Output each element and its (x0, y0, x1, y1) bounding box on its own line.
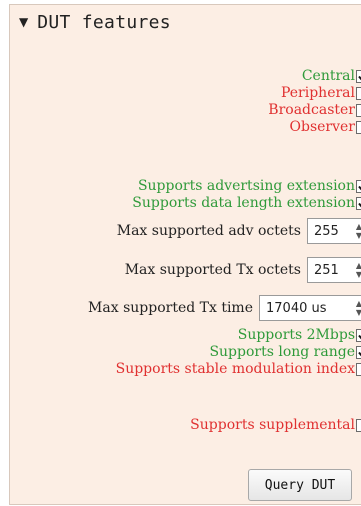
spin-arrows-icon[interactable]: ▲ ▼ (352, 296, 361, 320)
role-peripheral-row: Peripheral (281, 85, 361, 101)
tx-octets-value[interactable]: 251 (308, 263, 352, 278)
role-observer-label: Observer (289, 119, 356, 135)
tx-octets-label: Max supported Tx octets (124, 262, 301, 278)
dut-features-header[interactable]: ▼ DUT features (19, 10, 171, 34)
supplemental-row: Supports supplemental (190, 417, 361, 433)
triangle-down-icon: ▼ (19, 15, 29, 29)
adv-octets-value[interactable]: 255 (308, 224, 352, 239)
adv-octets-spinbox[interactable]: 255 ▲ ▼ (307, 218, 361, 244)
spin-arrows-icon[interactable]: ▲ ▼ (352, 258, 361, 282)
role-central-row: Central (302, 68, 361, 84)
spin-arrows-icon[interactable]: ▲ ▼ (352, 219, 361, 243)
dut-features-panel: ▼ DUT features Central Peripheral Broadc… (9, 4, 361, 505)
phy-2mbps-checkbox[interactable] (356, 328, 361, 342)
role-peripheral-checkbox[interactable] (356, 86, 361, 100)
tx-time-row: Max supported Tx time 17040 us ▲ ▼ (88, 295, 361, 321)
stable-mod-label: Supports stable modulation index (115, 361, 355, 377)
data-length-row: Supports data length extension (132, 195, 361, 211)
tx-octets-spinbox[interactable]: 251 ▲ ▼ (307, 257, 361, 283)
role-central-checkbox[interactable] (356, 69, 361, 83)
section-title: DUT features (37, 11, 171, 33)
phy-long-range-checkbox[interactable] (356, 345, 361, 359)
phy-2mbps-row: Supports 2Mbps (238, 327, 361, 343)
adv-extension-label: Supports advertsing extension (137, 178, 355, 194)
adv-octets-row: Max supported adv octets 255 ▲ ▼ (117, 218, 361, 244)
supplemental-checkbox[interactable] (356, 418, 361, 432)
role-broadcaster-checkbox[interactable] (356, 103, 361, 117)
supplemental-label: Supports supplemental (190, 417, 355, 433)
adv-extension-checkbox[interactable] (356, 179, 361, 193)
tx-time-value[interactable]: 17040 us (260, 301, 352, 316)
tx-time-label: Max supported Tx time (88, 300, 253, 316)
role-observer-checkbox[interactable] (356, 120, 361, 134)
query-dut-button[interactable]: Query DUT (248, 469, 352, 501)
adv-extension-row: Supports advertsing extension (138, 178, 361, 194)
data-length-checkbox[interactable] (356, 196, 361, 210)
role-broadcaster-label: Broadcaster (268, 102, 355, 118)
phy-long-range-label: Supports long range (209, 344, 355, 360)
tx-time-spinbox[interactable]: 17040 us ▲ ▼ (259, 295, 361, 321)
role-peripheral-label: Peripheral (280, 85, 355, 101)
role-observer-row: Observer (290, 119, 361, 135)
adv-octets-label: Max supported adv octets (116, 223, 301, 239)
role-broadcaster-row: Broadcaster (268, 102, 361, 118)
data-length-label: Supports data length extension (132, 195, 355, 211)
phy-2mbps-label: Supports 2Mbps (237, 327, 355, 343)
stable-mod-row: Supports stable modulation index (116, 361, 361, 377)
tx-octets-row: Max supported Tx octets 251 ▲ ▼ (125, 257, 361, 283)
role-central-label: Central (301, 68, 355, 84)
stable-mod-checkbox[interactable] (356, 362, 361, 376)
phy-long-range-row: Supports long range (209, 344, 361, 360)
